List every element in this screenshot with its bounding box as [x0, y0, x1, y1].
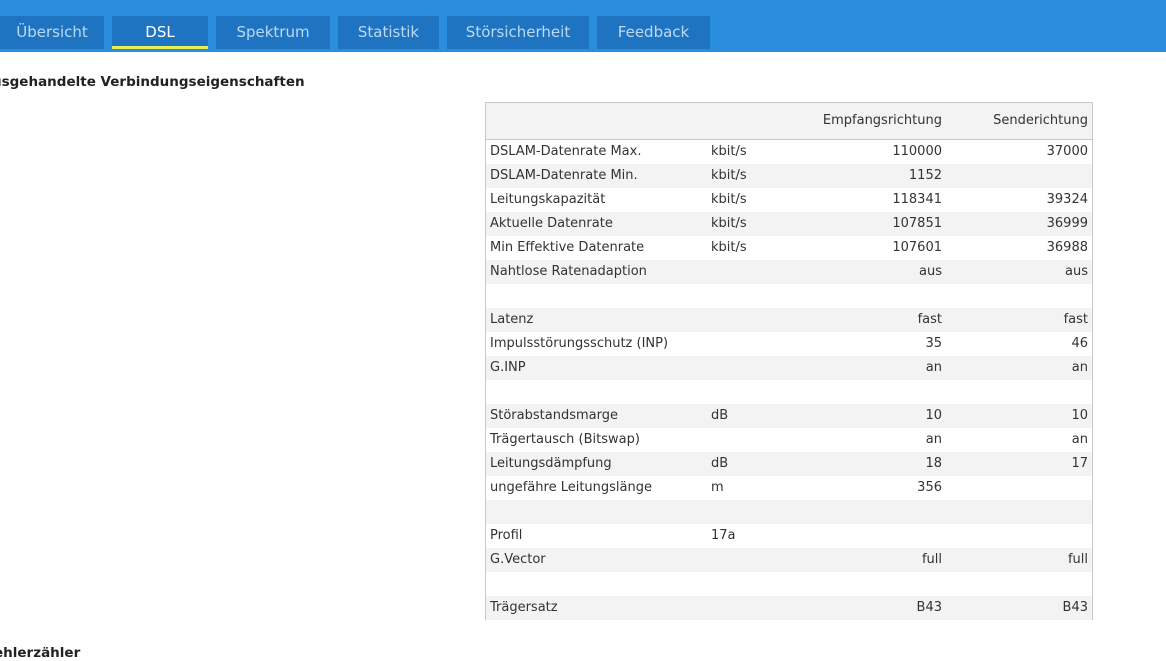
row-downstream-value: 107851	[892, 216, 942, 231]
table-row: Trägertausch (Bitswap) an an	[486, 428, 1092, 452]
row-upstream-value: 39324	[1046, 192, 1088, 207]
row-label: Aktuelle Datenrate	[490, 216, 613, 231]
tab-stoersicherheit[interactable]: Störsicherheit	[447, 16, 589, 49]
table-row: DSLAM-Datenrate Min. kbit/s 1152	[486, 164, 1092, 188]
table-row: Leitungskapazität kbit/s 118341 39324	[486, 188, 1092, 212]
row-label: DSLAM-Datenrate Max.	[490, 144, 642, 159]
row-upstream-value: aus	[1065, 264, 1088, 279]
table-row: Trägersatz B43 B43	[486, 596, 1092, 620]
tab-dsl[interactable]: DSL	[112, 16, 208, 49]
table-row: Profil 17a	[486, 524, 1092, 548]
row-label: Trägersatz	[490, 600, 558, 615]
table-row	[486, 284, 1092, 308]
row-label: Trägertausch (Bitswap)	[490, 432, 640, 447]
tab-feedback[interactable]: Feedback	[597, 16, 710, 49]
row-downstream-value: 35	[925, 336, 942, 351]
row-upstream-value: an	[1071, 360, 1088, 375]
header-upstream: Senderichtung	[993, 113, 1088, 128]
row-downstream-value: 10	[925, 408, 942, 423]
row-downstream-value: B43	[916, 600, 942, 615]
table-row: G.INP an an	[486, 356, 1092, 380]
row-downstream-value: an	[925, 432, 942, 447]
row-label: ungefähre Leitungslänge	[490, 480, 652, 495]
tab-bar: Übersicht DSL Spektrum Statistik Störsic…	[0, 0, 1166, 52]
row-label: Latenz	[490, 312, 534, 327]
table-row: DSLAM-Datenrate Max. kbit/s 110000 37000	[486, 140, 1092, 164]
row-unit: kbit/s	[711, 216, 747, 231]
row-unit: kbit/s	[711, 192, 747, 207]
row-downstream-value: 110000	[892, 144, 942, 159]
table-row	[486, 500, 1092, 524]
row-unit: 17a	[711, 528, 736, 543]
row-unit: dB	[711, 408, 729, 423]
row-label: DSLAM-Datenrate Min.	[490, 168, 638, 183]
table-row: Nahtlose Ratenadaption aus aus	[486, 260, 1092, 284]
table-row: Latenz fast fast	[486, 308, 1092, 332]
row-downstream-value: 1152	[908, 168, 942, 183]
table-row: Leitungsdämpfung dB 18 17	[486, 452, 1092, 476]
row-downstream-value: 118341	[892, 192, 942, 207]
table-row	[486, 380, 1092, 404]
row-upstream-value: fast	[1063, 312, 1088, 327]
row-downstream-value: aus	[919, 264, 942, 279]
table-row: ungefähre Leitungslänge m 356	[486, 476, 1092, 500]
table-row: Aktuelle Datenrate kbit/s 107851 36999	[486, 212, 1092, 236]
row-upstream-value: 10	[1071, 408, 1088, 423]
row-label: Nahtlose Ratenadaption	[490, 264, 647, 279]
table-row	[486, 572, 1092, 596]
row-upstream-value: 17	[1071, 456, 1088, 471]
row-downstream-value: fast	[917, 312, 942, 327]
row-label: Leitungsdämpfung	[490, 456, 612, 471]
row-upstream-value: an	[1071, 432, 1088, 447]
row-label: Min Effektive Datenrate	[490, 240, 645, 255]
row-downstream-value: an	[925, 360, 942, 375]
row-label: Störabstandsmarge	[490, 408, 618, 423]
row-upstream-value: 46	[1071, 336, 1088, 351]
row-upstream-value: 36999	[1046, 216, 1088, 231]
table-header: Empfangsrichtung Senderichtung	[486, 103, 1092, 140]
table-row: G.Vector full full	[486, 548, 1092, 572]
row-label: G.INP	[490, 360, 526, 375]
connection-properties-table: Empfangsrichtung Senderichtung DSLAM-Dat…	[485, 102, 1093, 620]
row-downstream-value: 356	[917, 480, 942, 495]
section-title: usgehandelte Verbindungseigenschaften	[0, 74, 305, 90]
table-row: Störabstandsmarge dB 10 10	[486, 404, 1092, 428]
row-label: Impulsstörungsschutz (INP)	[490, 336, 669, 351]
row-upstream-value: B43	[1062, 600, 1088, 615]
row-unit: kbit/s	[711, 168, 747, 183]
row-unit: kbit/s	[711, 144, 747, 159]
row-downstream-value: 18	[925, 456, 942, 471]
row-unit: m	[711, 480, 724, 495]
row-unit: kbit/s	[711, 240, 747, 255]
row-upstream-value: 37000	[1046, 144, 1088, 159]
row-label: Leitungskapazität	[490, 192, 606, 207]
row-unit: dB	[711, 456, 729, 471]
table-row: Min Effektive Datenrate kbit/s 107601 36988	[486, 236, 1092, 260]
table-row: Impulsstörungsschutz (INP) 35 46	[486, 332, 1092, 356]
tab-spektrum[interactable]: Spektrum	[216, 16, 330, 49]
header-downstream: Empfangsrichtung	[822, 113, 942, 128]
row-label: Profil	[490, 528, 523, 543]
row-label: G.Vector	[490, 552, 546, 567]
tab-statistik[interactable]: Statistik	[338, 16, 439, 49]
row-upstream-value: 36988	[1046, 240, 1088, 255]
row-downstream-value: 107601	[892, 240, 942, 255]
section-title-error-counters: ehlerzähler	[0, 645, 81, 661]
tab-uebersicht[interactable]: Übersicht	[0, 16, 104, 49]
row-upstream-value: full	[1067, 552, 1088, 567]
row-downstream-value: full	[921, 552, 942, 567]
